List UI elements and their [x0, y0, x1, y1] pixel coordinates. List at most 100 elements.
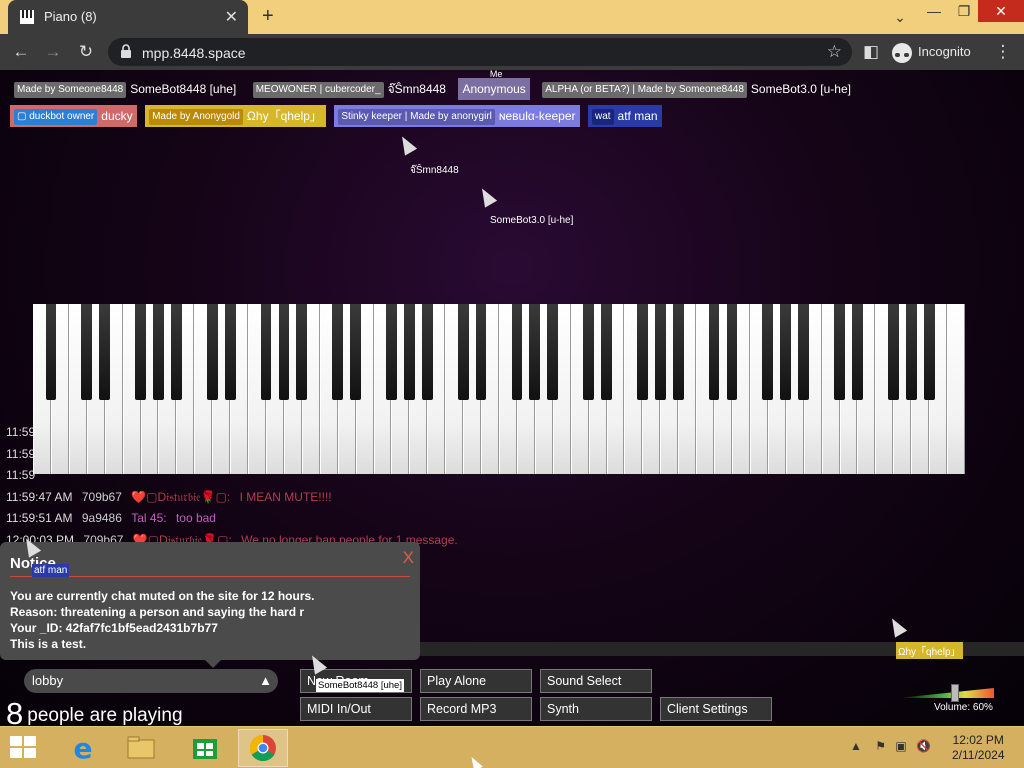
black-key[interactable]: [583, 304, 594, 400]
black-key[interactable]: [923, 304, 935, 400]
black-key[interactable]: [296, 304, 308, 400]
cursor-name: atf man: [32, 564, 70, 577]
notice-line: Your _ID: 42faf7fc1bf5ead2431b7b77: [10, 621, 218, 635]
chat-message: 11:59:51 AM 9a9486 Tal 45: too bad: [6, 508, 906, 530]
black-key[interactable]: [780, 304, 792, 400]
window-close-button[interactable]: ✕: [978, 0, 1024, 22]
black-key[interactable]: [672, 304, 684, 400]
user-entry[interactable]: Made by Someone8448 SomeBot8448 [uhe]: [10, 78, 240, 100]
tab-title: Piano (8): [44, 9, 97, 24]
user-entry[interactable]: ▢ duckbot owner ducky: [10, 105, 137, 127]
incognito-indicator[interactable]: Incognito: [892, 41, 971, 63]
black-key[interactable]: [457, 304, 469, 400]
chat-timestamp: 11:59: [6, 468, 36, 482]
black-key[interactable]: [404, 304, 415, 400]
black-key[interactable]: [260, 304, 272, 400]
user-name: ducky: [101, 109, 133, 123]
volume-knob[interactable]: [950, 684, 959, 702]
black-key[interactable]: [332, 304, 344, 400]
black-key[interactable]: [206, 304, 218, 400]
speaker-icon[interactable]: 🔇: [916, 739, 931, 753]
chat-timestamp: 11:59:47 AM: [6, 489, 73, 504]
user-list-row-2: ▢ duckbot owner ducky Made by Anonygold Ωh…: [10, 105, 1010, 132]
people-count-label: people are playing: [27, 705, 183, 726]
room-expand-arrow-icon[interactable]: ▲: [259, 669, 272, 693]
new-tab-button[interactable]: +: [262, 5, 274, 28]
user-entry[interactable]: ALPHA (or BETA?) | Made by Someone8448 So…: [538, 78, 855, 100]
tray-expand-icon[interactable]: ▲: [850, 739, 862, 753]
address-bar[interactable]: mpp.8448.space ☆: [108, 38, 852, 66]
user-entry[interactable]: Made by Anonygold Ωhy「qhelp」: [145, 105, 326, 127]
notice-close-button[interactable]: X: [403, 548, 414, 568]
black-key[interactable]: [45, 304, 57, 400]
black-key[interactable]: [654, 304, 666, 400]
sound-select-button[interactable]: Sound Select: [540, 669, 652, 693]
room-selector[interactable]: lobby ▲: [24, 669, 278, 693]
chrome-icon[interactable]: [238, 729, 288, 767]
side-panel-icon[interactable]: ◧: [860, 41, 882, 63]
store-icon[interactable]: [180, 729, 230, 767]
synth-button[interactable]: Synth: [540, 697, 652, 721]
user-entry[interactable]: MEOWONER | cubercoder_ จ๊Ŝmn8448: [249, 78, 450, 100]
minimize-button[interactable]: —: [918, 0, 950, 22]
user-name: จ๊Ŝmn8448: [387, 82, 446, 96]
tab-search-chevron-icon[interactable]: ⌄: [886, 6, 914, 28]
user-entry-self[interactable]: Anonymous: [458, 78, 530, 100]
black-key[interactable]: [547, 304, 559, 400]
black-key[interactable]: [852, 304, 863, 400]
black-key[interactable]: [905, 304, 917, 400]
black-key[interactable]: [171, 304, 182, 400]
browser-titlebar: Piano (8) ✕ + ⌄ — ❐ ✕: [0, 0, 1024, 34]
user-entry[interactable]: Stinky keeper | Made by anonygirl ɴeвulα-…: [334, 105, 580, 127]
black-key[interactable]: [81, 304, 93, 400]
black-key[interactable]: [529, 304, 541, 400]
client-settings-button[interactable]: Client Settings: [660, 697, 772, 721]
browser-tab[interactable]: Piano (8) ✕: [8, 0, 248, 34]
black-key[interactable]: [278, 304, 290, 400]
reload-icon[interactable]: ↻: [75, 41, 97, 63]
midi-button[interactable]: MIDI In/Out: [300, 697, 412, 721]
black-key[interactable]: [153, 304, 164, 400]
white-key[interactable]: [947, 304, 965, 474]
black-key[interactable]: [834, 304, 845, 400]
people-count-number: 8: [6, 696, 24, 726]
user-tag: MEOWONER | cubercoder_: [252, 82, 384, 98]
black-key[interactable]: [601, 304, 612, 400]
black-key[interactable]: [708, 304, 720, 400]
black-key[interactable]: [386, 304, 397, 400]
black-key[interactable]: [224, 304, 236, 400]
network-icon[interactable]: ▣: [895, 739, 906, 753]
black-key[interactable]: [475, 304, 487, 400]
action-center-icon[interactable]: ⚑: [875, 739, 886, 753]
black-key[interactable]: [637, 304, 648, 400]
maximize-button[interactable]: ❐: [950, 0, 978, 22]
black-key[interactable]: [135, 304, 146, 400]
play-alone-button[interactable]: Play Alone: [420, 669, 532, 693]
me-label: Me: [489, 70, 503, 79]
black-key[interactable]: [350, 304, 361, 400]
back-arrow-icon[interactable]: ←: [10, 41, 32, 63]
user-name: SomeBot8448 [uhe]: [130, 82, 237, 96]
black-key[interactable]: [511, 304, 523, 400]
taskbar-clock[interactable]: 12:02 PM 2/11/2024: [952, 733, 1005, 763]
piano-keyboard[interactable]: [33, 304, 965, 474]
black-key[interactable]: [99, 304, 111, 400]
menu-kebab-icon[interactable]: ⋮: [992, 41, 1014, 63]
tab-close-icon[interactable]: ✕: [225, 7, 238, 27]
user-tag: wat: [591, 109, 614, 125]
record-mp3-button[interactable]: Record MP3: [420, 697, 532, 721]
internet-explorer-icon[interactable]: e: [58, 729, 108, 767]
windows-start-icon[interactable]: [10, 736, 38, 760]
black-key[interactable]: [762, 304, 774, 400]
file-explorer-icon[interactable]: [116, 729, 166, 767]
clock-date: 2/11/2024: [952, 748, 1005, 762]
black-key[interactable]: [726, 304, 738, 400]
user-entry[interactable]: wat atf man: [587, 105, 662, 127]
black-key[interactable]: [798, 304, 810, 400]
bookmark-star-icon[interactable]: ☆: [827, 42, 842, 62]
black-key[interactable]: [887, 304, 899, 400]
volume-track: [898, 688, 994, 698]
forward-arrow-icon[interactable]: →: [42, 41, 64, 63]
black-key[interactable]: [421, 304, 433, 400]
cursor-arrow-icon: [476, 185, 498, 208]
